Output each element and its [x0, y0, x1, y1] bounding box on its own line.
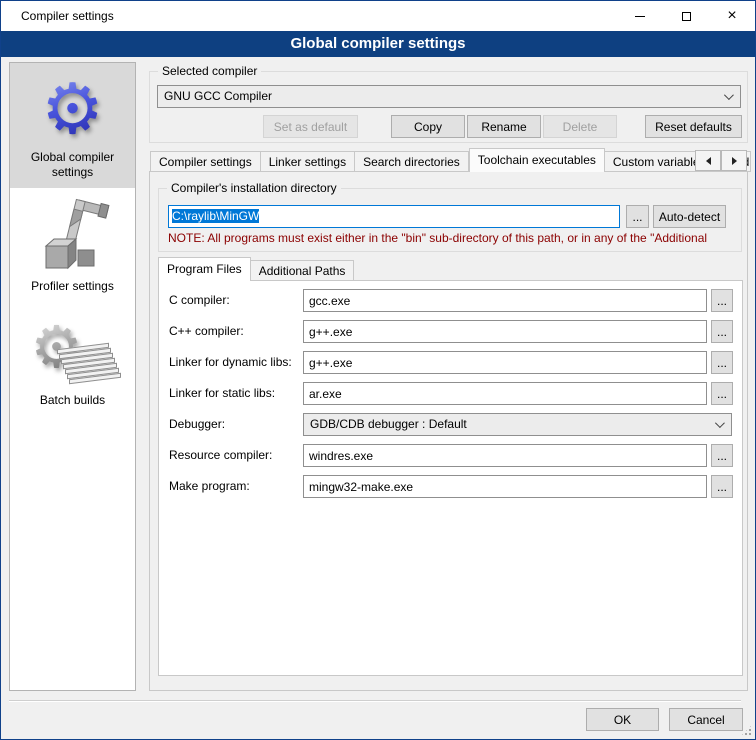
gear-icon: ⚙: [12, 68, 133, 150]
caliper-icon: [12, 197, 133, 279]
installation-directory-input[interactable]: C:\raylib\MinGW: [168, 205, 620, 228]
settings-category-list: ⚙ Global compiler settings: [9, 62, 136, 691]
minimize-icon: [635, 16, 645, 17]
sidebar-item-label: Global compiler settings: [12, 150, 133, 180]
dynamic-linker-row: Linker for dynamic libs: ...: [159, 351, 744, 374]
close-button[interactable]: ×: [709, 1, 755, 31]
field-label: Make program:: [169, 475, 250, 498]
toolchain-executables-page: Compiler's installation directory C:\ray…: [149, 171, 748, 691]
static-linker-input[interactable]: [303, 382, 707, 405]
tab-search-directories[interactable]: Search directories: [355, 151, 469, 172]
compiler-select[interactable]: GNU GCC Compiler: [157, 85, 741, 108]
browse-directory-button[interactable]: ...: [626, 205, 649, 228]
sidebar-item-global-compiler-settings[interactable]: ⚙ Global compiler settings: [10, 63, 135, 188]
cpp-compiler-input[interactable]: [303, 320, 707, 343]
ok-button[interactable]: OK: [586, 708, 659, 731]
auto-detect-button[interactable]: Auto-detect: [653, 205, 726, 228]
browse-cpp-compiler-button[interactable]: ...: [711, 320, 733, 343]
compiler-settings-dialog: Compiler settings × Global compiler sett…: [0, 0, 756, 740]
title-bar[interactable]: Compiler settings ×: [1, 1, 755, 31]
field-label: C++ compiler:: [169, 320, 244, 343]
field-label: Linker for dynamic libs:: [169, 351, 292, 374]
dropdown-chevron-icon: [715, 418, 725, 428]
debugger-row: Debugger: GDB/CDB debugger : Default: [159, 413, 744, 436]
main-content: Selected compiler GNU GCC Compiler Set a…: [149, 57, 749, 740]
bin-subdirectory-note: NOTE: All programs must exist either in …: [168, 231, 742, 245]
window-title: Compiler settings: [21, 1, 114, 31]
field-label: C compiler:: [169, 289, 230, 312]
tab-toolchain-executables[interactable]: Toolchain executables: [469, 148, 605, 172]
set-as-default-button[interactable]: Set as default: [263, 115, 358, 138]
c-compiler-input[interactable]: [303, 289, 707, 312]
browse-resource-compiler-button[interactable]: ...: [711, 444, 733, 467]
batch-builds-icon: ⚙: [12, 311, 133, 393]
dynamic-linker-input[interactable]: [303, 351, 707, 374]
sidebar-item-batch-builds[interactable]: ⚙ Batch builds: [10, 306, 135, 416]
tab-program-files[interactable]: Program Files: [158, 257, 251, 281]
compiler-select-value: GNU GCC Compiler: [164, 89, 272, 103]
program-files-page: C compiler: ... C++ compiler: ... Linker…: [158, 280, 743, 676]
tab-scroll-right-icon: [732, 157, 737, 165]
debugger-select[interactable]: GDB/CDB debugger : Default: [303, 413, 732, 436]
reset-defaults-button[interactable]: Reset defaults: [645, 115, 742, 138]
field-label: Resource compiler:: [169, 444, 272, 467]
sidebar-item-label: Batch builds: [12, 393, 133, 408]
close-icon: ×: [727, 8, 736, 24]
delete-button[interactable]: Delete: [543, 115, 617, 138]
make-program-row: Make program: ...: [159, 475, 744, 498]
cpp-compiler-row: C++ compiler: ...: [159, 320, 744, 343]
browse-make-program-button[interactable]: ...: [711, 475, 733, 498]
minimize-button[interactable]: [617, 1, 663, 31]
tab-compiler-settings[interactable]: Compiler settings: [150, 151, 261, 172]
settings-tab-strip: Compiler settings Linker settings Search…: [150, 148, 751, 172]
cancel-button[interactable]: Cancel: [669, 708, 743, 731]
maximize-icon: [682, 12, 691, 21]
sidebar-item-profiler-settings[interactable]: Profiler settings: [10, 192, 135, 302]
dialog-body: ⚙ Global compiler settings: [1, 57, 755, 739]
resource-compiler-input[interactable]: [303, 444, 707, 467]
sidebar-item-label: Profiler settings: [12, 279, 133, 294]
page-title: Global compiler settings: [1, 31, 755, 57]
tab-linker-settings[interactable]: Linker settings: [261, 151, 355, 172]
selected-path-text: C:\raylib\MinGW: [172, 209, 259, 223]
program-files-tab-strip: Program Files Additional Paths: [158, 257, 354, 281]
field-label: Linker for static libs:: [169, 382, 275, 405]
tab-scroll-left-icon: [706, 157, 711, 165]
tab-scroll-left-button[interactable]: [695, 150, 721, 171]
resource-compiler-row: Resource compiler: ...: [159, 444, 744, 467]
tab-scroll-right-button[interactable]: [721, 150, 747, 171]
group-legend: Selected compiler: [158, 64, 261, 79]
debugger-select-value: GDB/CDB debugger : Default: [310, 417, 467, 431]
dropdown-chevron-icon: [724, 90, 734, 100]
browse-static-linker-button[interactable]: ...: [711, 382, 733, 405]
footer-divider: [9, 700, 741, 702]
copy-button[interactable]: Copy: [391, 115, 465, 138]
group-legend: Compiler's installation directory: [167, 181, 341, 196]
c-compiler-row: C compiler: ...: [159, 289, 744, 312]
field-label: Debugger:: [169, 413, 225, 436]
browse-dynamic-linker-button[interactable]: ...: [711, 351, 733, 374]
tab-additional-paths[interactable]: Additional Paths: [251, 260, 355, 281]
window-controls: ×: [617, 1, 755, 31]
static-linker-row: Linker for static libs: ...: [159, 382, 744, 405]
maximize-button[interactable]: [663, 1, 709, 31]
rename-button[interactable]: Rename: [467, 115, 541, 138]
make-program-input[interactable]: [303, 475, 707, 498]
browse-c-compiler-button[interactable]: ...: [711, 289, 733, 312]
